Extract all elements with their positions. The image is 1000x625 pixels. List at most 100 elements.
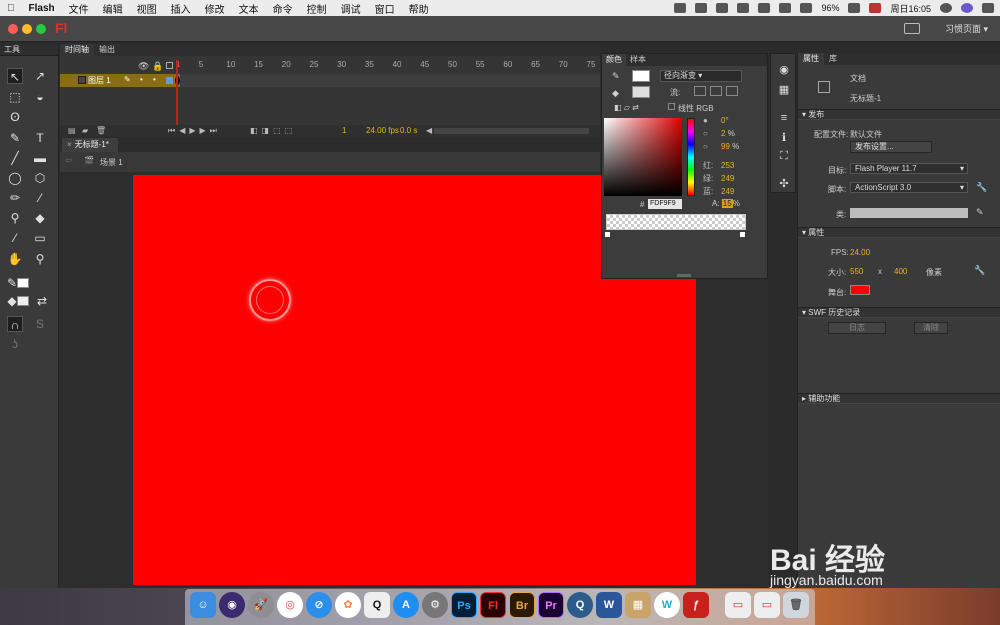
- resize-grip[interactable]: [677, 274, 691, 277]
- script-select[interactable]: ActionScript 3.0 ▾: [850, 182, 968, 193]
- zoom-tool-icon[interactable]: ⚲: [32, 251, 48, 267]
- tab-timeline[interactable]: 时间轴: [60, 44, 94, 56]
- finder-icon[interactable]: ☺: [190, 592, 216, 618]
- bone-tool-icon[interactable]: ⚲: [7, 210, 23, 226]
- tab-swatches[interactable]: 样本: [626, 54, 650, 66]
- qq-icon[interactable]: Q: [364, 592, 390, 618]
- polystar-tool-icon[interactable]: ⬡: [32, 170, 48, 186]
- menu-file[interactable]: 文件: [62, 1, 96, 16]
- minimize-window-button[interactable]: [22, 24, 32, 34]
- clock[interactable]: 周日16:05: [890, 2, 931, 15]
- section-accessibility[interactable]: ▸ 辅助功能: [798, 393, 1000, 404]
- back-arrow-icon[interactable]: ⇦: [65, 156, 72, 165]
- flash-player-icon[interactable]: ƒ: [683, 592, 709, 618]
- pen-icon[interactable]: ✎: [7, 130, 23, 146]
- target-select[interactable]: Flash Player 11.7 ▾: [850, 163, 968, 174]
- menu-commands[interactable]: 命令: [266, 1, 300, 16]
- scroll-left-icon[interactable]: ◀: [426, 126, 432, 135]
- stroke-color-swatch[interactable]: [17, 278, 29, 288]
- size-wrench-icon[interactable]: 🔧: [974, 265, 985, 276]
- width-value[interactable]: 550: [850, 267, 863, 276]
- swap-colors-icon[interactable]: ⇄: [34, 293, 50, 309]
- playback-controls-icon[interactable]: ⏮◀▶▶⏭: [168, 126, 221, 136]
- fill-color-swatch[interactable]: [17, 296, 29, 306]
- menu-modify[interactable]: 修改: [198, 1, 232, 16]
- color-spectrum[interactable]: [604, 118, 682, 196]
- cloud-icon[interactable]: [695, 3, 708, 13]
- oval-tool-icon[interactable]: ◯: [7, 170, 23, 186]
- hue-slider[interactable]: [687, 118, 695, 196]
- brightness-row[interactable]: ○ 99 %: [703, 142, 739, 151]
- flow-extend-icon[interactable]: [694, 86, 706, 96]
- archive-icon[interactable]: ▦: [625, 592, 651, 618]
- eye-icon[interactable]: 👁: [138, 61, 149, 72]
- stroke-pen-icon[interactable]: ✎: [612, 71, 620, 82]
- wifi-icon[interactable]: [800, 3, 813, 13]
- stroke-none-swatch[interactable]: [632, 70, 650, 82]
- tab-properties[interactable]: 属性: [798, 53, 824, 65]
- apple-icon[interactable]: : [0, 3, 22, 14]
- workspace-dropdown[interactable]: 习惯页面 ▾: [945, 22, 988, 35]
- new-layer-icon[interactable]: ▤: [68, 126, 76, 135]
- document-tab[interactable]: × 无标题-1*: [62, 138, 118, 152]
- gradient-stop-left[interactable]: [605, 232, 610, 237]
- fill-bucket-icon[interactable]: ◆: [612, 88, 619, 99]
- straighten-icon[interactable]: ʖ: [7, 336, 23, 352]
- components-icon[interactable]: ✣: [777, 178, 791, 190]
- wrench-icon[interactable]: 🔧: [976, 182, 987, 193]
- flag-icon[interactable]: [869, 3, 882, 13]
- class-input[interactable]: [850, 208, 968, 218]
- flash-dock-icon[interactable]: Fl: [480, 592, 506, 618]
- swatches-icon[interactable]: ▦: [777, 84, 791, 96]
- photoshop-icon[interactable]: Ps: [451, 592, 477, 618]
- transform-icon[interactable]: ⛶: [777, 150, 791, 162]
- gradient-bar[interactable]: [606, 214, 746, 230]
- bluetooth-icon[interactable]: [737, 3, 750, 13]
- safari-icon[interactable]: ⊘: [306, 592, 332, 618]
- menu-text[interactable]: 文本: [232, 1, 266, 16]
- quicktime-icon[interactable]: Q: [567, 592, 593, 618]
- selection-tool-icon[interactable]: ↖: [7, 68, 23, 84]
- w-app-icon[interactable]: W: [654, 592, 680, 618]
- fill-gradient-swatch[interactable]: [632, 86, 650, 98]
- workspace-icon[interactable]: [904, 23, 920, 34]
- list-icon[interactable]: [982, 3, 994, 13]
- blue-row[interactable]: 蓝: 249: [703, 186, 734, 197]
- section-swf-history[interactable]: ▾ SWF 历史记录: [798, 307, 1000, 318]
- frame-cells[interactable]: [180, 74, 600, 87]
- premiere-icon[interactable]: Pr: [538, 592, 564, 618]
- word-icon[interactable]: W: [596, 592, 622, 618]
- eraser-icon[interactable]: ▭: [32, 230, 48, 246]
- swap-icon[interactable]: ◧ ▱ ⇄: [614, 103, 639, 112]
- maximize-window-button[interactable]: [36, 24, 46, 34]
- pencil-icon[interactable]: ✏: [7, 190, 23, 206]
- rectangle-tool-icon[interactable]: ▬: [32, 150, 48, 166]
- menu-help[interactable]: 帮助: [402, 1, 436, 16]
- hex-input[interactable]: FDF9F9: [648, 199, 682, 209]
- layer-row[interactable]: 图层 1 ✎ • •: [60, 74, 600, 87]
- trash-icon[interactable]: 🗑: [783, 592, 809, 618]
- menu-view[interactable]: 视图: [130, 1, 164, 16]
- stage-color-swatch[interactable]: [850, 285, 870, 295]
- airplay-icon[interactable]: [758, 3, 771, 13]
- menu-app[interactable]: Flash: [22, 3, 62, 14]
- fps-value[interactable]: 24.00: [850, 248, 870, 257]
- edit-class-icon[interactable]: ✎: [976, 207, 984, 218]
- text-tool-icon[interactable]: T: [32, 130, 48, 146]
- tab-library[interactable]: 库: [824, 53, 842, 65]
- section-publish[interactable]: ▾ 发布: [798, 109, 1000, 120]
- butterfly-icon[interactable]: [716, 3, 729, 13]
- align-icon[interactable]: ≡: [777, 112, 791, 124]
- search-icon[interactable]: [940, 3, 952, 13]
- onion-skin-icon[interactable]: ◧◨⬚⬚: [250, 126, 296, 135]
- layer-name[interactable]: 图层 1: [88, 75, 111, 86]
- subselection-tool-icon[interactable]: ↗: [32, 68, 48, 84]
- delete-layer-icon[interactable]: 🗑: [96, 126, 106, 135]
- frame-ruler[interactable]: 1 5 10 15 20 25 30 35 40 45 50 55 60 65 70 75: [175, 60, 600, 71]
- height-value[interactable]: 400: [894, 267, 907, 276]
- brush-icon[interactable]: ⁄: [32, 190, 48, 206]
- linear-rgb-checkbox[interactable]: [668, 103, 675, 110]
- paint-bucket-icon[interactable]: ◆: [32, 210, 48, 226]
- frame-rate[interactable]: 24.00 fps: [366, 126, 399, 135]
- outline-color-icon[interactable]: [166, 77, 173, 84]
